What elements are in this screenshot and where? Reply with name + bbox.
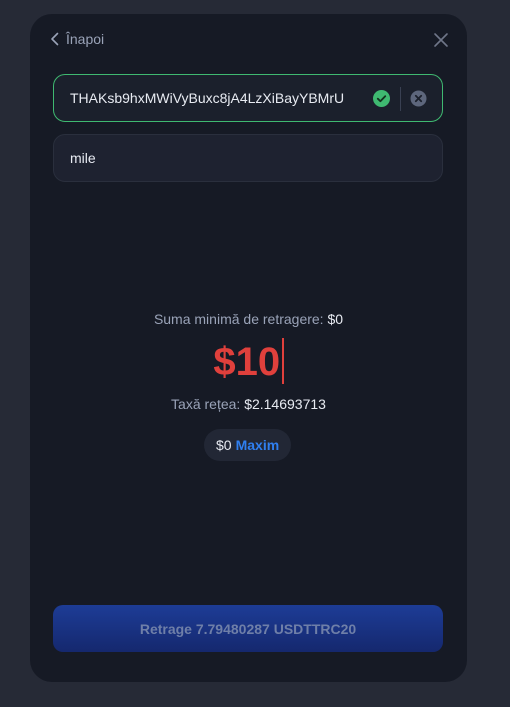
check-circle-icon xyxy=(373,90,390,107)
fee-label: Taxă rețea: xyxy=(171,396,241,412)
close-icon xyxy=(433,32,449,48)
withdraw-button[interactable]: Retrage 7.79480287 USDTTRC20 xyxy=(53,605,443,652)
address-field xyxy=(53,74,443,122)
address-input[interactable] xyxy=(70,75,360,121)
amount-value: $10 xyxy=(213,340,281,384)
amount-input[interactable]: $10 xyxy=(30,336,467,388)
balance-value: $0 xyxy=(216,437,232,453)
field-divider xyxy=(400,87,401,111)
fee-value: $2.14693713 xyxy=(244,396,326,412)
withdraw-modal: Înapoi Suma minimă de retragere: $0 $10 … xyxy=(30,14,467,682)
close-button[interactable] xyxy=(433,32,449,48)
clear-address-icon[interactable] xyxy=(410,90,427,107)
network-fee: Taxă rețea: $2.14693713 xyxy=(30,396,467,412)
minimum-value: $0 xyxy=(327,311,344,327)
back-label: Înapoi xyxy=(66,31,105,47)
back-button[interactable]: Înapoi xyxy=(50,31,104,47)
balance-pill: $0 Maxim xyxy=(204,429,292,461)
chevron-left-icon xyxy=(50,32,60,46)
memo-field xyxy=(53,134,443,182)
memo-input[interactable] xyxy=(70,135,420,181)
max-button[interactable]: Maxim xyxy=(236,437,280,453)
text-caret xyxy=(282,338,284,385)
minimum-withdrawal: Suma minimă de retragere: $0 xyxy=(30,311,467,327)
minimum-label: Suma minimă de retragere: xyxy=(153,311,324,327)
